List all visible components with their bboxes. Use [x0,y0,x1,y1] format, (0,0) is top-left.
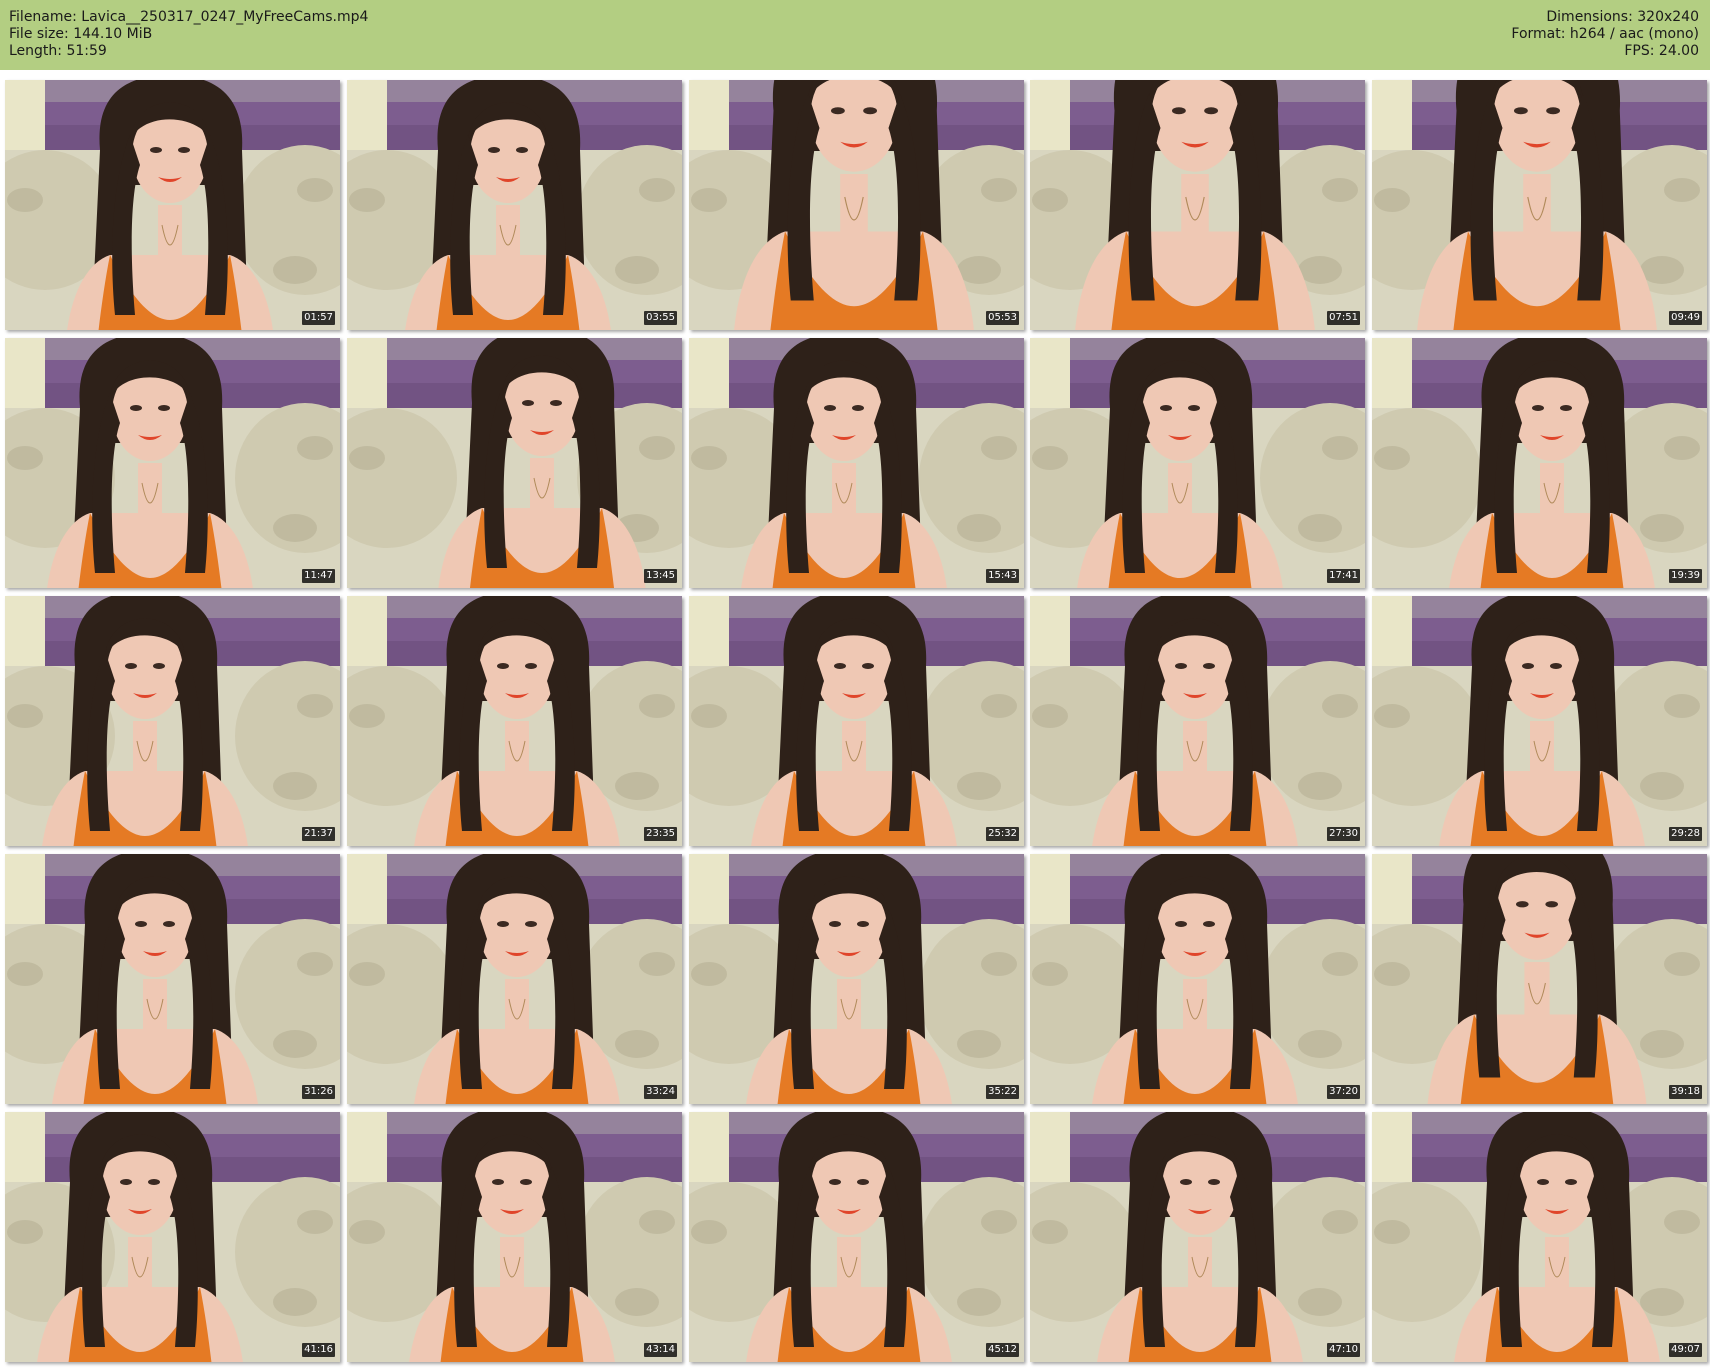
frame-image [347,338,682,588]
timestamp-label: 49:07 [1669,1343,1702,1357]
video-thumbnail: 33:24 [347,854,682,1104]
video-thumbnail: 31:26 [5,854,340,1104]
frame-image [689,596,1024,846]
video-thumbnail: 05:53 [689,80,1024,330]
video-thumbnail: 19:39 [1372,338,1707,588]
timestamp-label: 13:45 [644,569,677,583]
frame-image [347,596,682,846]
frame-image [689,854,1024,1104]
timestamp-label: 07:51 [1327,311,1360,325]
video-thumbnail: 27:30 [1030,596,1365,846]
timestamp-label: 39:18 [1669,1085,1702,1099]
timestamp-label: 29:28 [1669,827,1702,841]
timestamp-label: 05:53 [986,311,1019,325]
timestamp-label: 41:16 [302,1343,335,1357]
video-thumbnail: 17:41 [1030,338,1365,588]
frame-image [1372,596,1707,846]
timestamp-label: 09:49 [1669,311,1702,325]
frame-image [1030,1112,1365,1362]
frame-image [5,338,340,588]
timestamp-label: 45:12 [986,1343,1019,1357]
video-thumbnail: 47:10 [1030,1112,1365,1362]
frame-image [1030,854,1365,1104]
video-thumbnail: 41:16 [5,1112,340,1362]
frame-image [689,1112,1024,1362]
video-thumbnail: 21:37 [5,596,340,846]
timestamp-label: 47:10 [1327,1343,1360,1357]
frame-image [689,338,1024,588]
video-thumbnail: 13:45 [347,338,682,588]
timestamp-label: 03:55 [644,311,677,325]
video-thumbnail: 39:18 [1372,854,1707,1104]
timestamp-label: 21:37 [302,827,335,841]
video-thumbnail: 29:28 [1372,596,1707,846]
timestamp-label: 35:22 [986,1085,1019,1099]
frame-image [1030,80,1365,330]
video-thumbnail: 11:47 [5,338,340,588]
timestamp-label: 27:30 [1327,827,1360,841]
frame-image [1030,596,1365,846]
thumbnail-grid: 01:57 03:55 05:53 07:51 09:49 11:47 13:4… [0,0,1710,1370]
frame-image [347,80,682,330]
video-thumbnail: 09:49 [1372,80,1707,330]
frame-image [347,1112,682,1362]
timestamp-label: 31:26 [302,1085,335,1099]
video-thumbnail: 37:20 [1030,854,1365,1104]
timestamp-label: 17:41 [1327,569,1360,583]
timestamp-label: 33:24 [644,1085,677,1099]
frame-image [1372,338,1707,588]
timestamp-label: 23:35 [644,827,677,841]
video-thumbnail: 25:32 [689,596,1024,846]
video-thumbnail: 49:07 [1372,1112,1707,1362]
video-thumbnail: 45:12 [689,1112,1024,1362]
frame-image [1372,854,1707,1104]
timestamp-label: 25:32 [986,827,1019,841]
frame-image [1030,338,1365,588]
timestamp-label: 19:39 [1669,569,1702,583]
timestamp-label: 01:57 [302,311,335,325]
video-thumbnail: 01:57 [5,80,340,330]
frame-image [5,854,340,1104]
video-thumbnail: 03:55 [347,80,682,330]
timestamp-label: 43:14 [644,1343,677,1357]
video-thumbnail: 43:14 [347,1112,682,1362]
frame-image [1372,1112,1707,1362]
timestamp-label: 37:20 [1327,1085,1360,1099]
frame-image [347,854,682,1104]
video-thumbnail: 15:43 [689,338,1024,588]
timestamp-label: 15:43 [986,569,1019,583]
timestamp-label: 11:47 [302,569,335,583]
frame-image [5,80,340,330]
video-thumbnail: 07:51 [1030,80,1365,330]
frame-image [5,596,340,846]
frame-image [689,80,1024,330]
video-thumbnail: 35:22 [689,854,1024,1104]
video-thumbnail: 23:35 [347,596,682,846]
frame-image [5,1112,340,1362]
frame-image [1372,80,1707,330]
